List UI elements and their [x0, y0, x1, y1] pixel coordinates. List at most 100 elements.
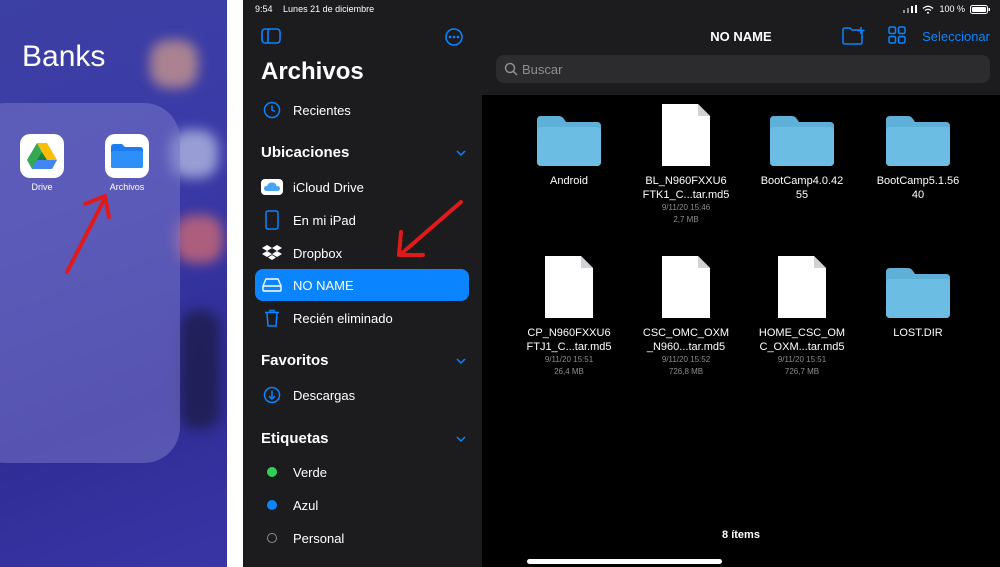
- icloud-icon: [261, 176, 283, 198]
- item-name-line: CSC_OMC_OXM: [642, 327, 730, 339]
- grid-item-file[interactable]: CSC_OMC_OXM _N960...tar.md5 9/11/20 15:52…: [626, 252, 746, 378]
- item-count: 8 ítems: [722, 529, 760, 541]
- search-field[interactable]: Buscar: [496, 55, 990, 83]
- item-name: Android: [550, 175, 588, 187]
- document-icon: [626, 100, 746, 166]
- sidebar-item-label: NO NAME: [293, 277, 354, 293]
- chevron-down-icon[interactable]: [456, 148, 466, 158]
- status-bar-left: 9:54 Lunes 21 de diciembre: [255, 4, 382, 14]
- item-date: 9/11/20 15:46: [661, 203, 711, 212]
- empty-tag-dot-icon: [267, 533, 277, 543]
- sidebar-toggle-icon[interactable]: [261, 28, 281, 49]
- item-name-line: HOME_CSC_OM: [758, 327, 846, 339]
- item-name-line: 55: [795, 189, 809, 201]
- item-name-line: CP_N960FXXU6: [527, 327, 611, 339]
- item-name: HOME_CSC_OM C_OXM...tar.md5: [742, 326, 862, 354]
- item-date: 9/11/20 15:52: [661, 355, 711, 364]
- battery-icon: [970, 4, 990, 14]
- grid-item-folder[interactable]: LOST.DIR: [858, 252, 978, 340]
- item-name-line: BL_N960FXXU6: [645, 175, 727, 187]
- files-sidebar: 9:54 Lunes 21 de diciembre Archivos Reci…: [243, 0, 482, 567]
- green-tag-dot-icon: [267, 467, 277, 477]
- status-time: 9:54: [255, 4, 273, 14]
- sidebar-item-label: Personal: [293, 530, 345, 546]
- app-archivos[interactable]: Archivos: [97, 134, 157, 192]
- sidebar-item-label: En mi iPad: [293, 212, 356, 228]
- sidebar-tag-azul[interactable]: Azul: [255, 489, 469, 521]
- grid-item-folder[interactable]: Android: [509, 100, 629, 188]
- drive-icon: [261, 274, 283, 296]
- document-icon: [626, 252, 746, 318]
- item-name: LOST.DIR: [893, 327, 943, 339]
- item-name: BootCamp5.1.56 40: [858, 174, 978, 202]
- grid-view-icon[interactable]: [888, 26, 906, 49]
- chevron-down-icon[interactable]: [456, 356, 466, 366]
- select-button[interactable]: Seleccionar: [922, 29, 990, 44]
- item-size: 726,8 MB: [668, 367, 704, 376]
- sidebar-item-label: Dropbox: [293, 245, 343, 261]
- search-placeholder: Buscar: [522, 61, 563, 77]
- folder-icon: [742, 100, 862, 166]
- section-header-ubicaciones: Ubicaciones: [261, 144, 350, 161]
- grid-item-folder[interactable]: BootCamp4.0.42 55: [742, 100, 862, 202]
- search-icon: [504, 62, 518, 76]
- item-size: 2,7 MB: [673, 215, 699, 224]
- file-browser: 100 % NO NAME Seleccionar Buscar Android…: [482, 0, 1000, 567]
- dropbox-icon: [261, 242, 283, 264]
- item-name-line: BootCamp4.0.42: [760, 175, 844, 187]
- files-folder-icon: [105, 134, 149, 178]
- item-name: BootCamp4.0.42 55: [742, 174, 862, 202]
- red-arrow-annotation: [65, 194, 111, 274]
- item-date: 9/11/20 15:51: [777, 355, 827, 364]
- grid-item-file[interactable]: CP_N960FXXU6 FTJ1_C...tar.md5 9/11/20 15:…: [509, 252, 629, 378]
- new-folder-icon[interactable]: [842, 26, 866, 51]
- sidebar-item-recien-eliminado[interactable]: Recién eliminado: [255, 302, 469, 334]
- item-size: 26,4 MB: [554, 367, 584, 376]
- sidebar-item-recientes[interactable]: Recientes: [255, 94, 469, 126]
- blurred-app-icon: [150, 40, 198, 88]
- blurred-app-icon: [180, 310, 220, 430]
- clock-icon: [261, 99, 283, 121]
- google-drive-icon: [20, 134, 64, 178]
- item-name-line: C_OXM...tar.md5: [759, 341, 845, 353]
- item-name-line: FTK1_C...tar.md5: [642, 189, 730, 201]
- grid-item-file[interactable]: HOME_CSC_OM C_OXM...tar.md5 9/11/20 15:51…: [742, 252, 862, 378]
- sidebar-tag-personal[interactable]: Personal: [255, 522, 469, 554]
- sidebar-item-descargas[interactable]: Descargas: [255, 379, 469, 411]
- wifi-icon: [923, 5, 934, 14]
- trash-icon: [261, 307, 283, 329]
- item-name-line: FTJ1_C...tar.md5: [526, 341, 612, 353]
- status-bar-right: 100 %: [903, 4, 990, 14]
- blue-tag-dot-icon: [267, 500, 277, 510]
- section-header-favoritos: Favoritos: [261, 352, 329, 369]
- app-drive[interactable]: Drive: [12, 134, 72, 192]
- sidebar-item-label: Recientes: [293, 102, 351, 118]
- sidebar-tag-verde[interactable]: Verde: [255, 456, 469, 488]
- item-name: CP_N960FXXU6 FTJ1_C...tar.md5: [509, 326, 629, 354]
- sidebar-item-label: Recién eliminado: [293, 310, 393, 326]
- item-name: BL_N960FXXU6 FTK1_C...tar.md5: [626, 174, 746, 202]
- sidebar-item-label: iCloud Drive: [293, 179, 364, 195]
- folder-icon: [858, 100, 978, 166]
- ipad-icon: [261, 209, 283, 231]
- home-screen-panel: Banks Drive Archivos: [0, 0, 227, 567]
- folder-title: Banks: [22, 40, 106, 73]
- grid-item-folder[interactable]: BootCamp5.1.56 40: [858, 100, 978, 202]
- home-indicator[interactable]: [527, 559, 722, 564]
- sidebar-item-label: Azul: [293, 497, 319, 513]
- sidebar-item-label: Verde: [293, 464, 327, 480]
- blurred-app-icon: [175, 215, 223, 263]
- grid-item-file[interactable]: BL_N960FXXU6 FTK1_C...tar.md5 9/11/20 15:…: [626, 100, 746, 226]
- sidebar-item-no-name[interactable]: NO NAME: [255, 269, 469, 301]
- chevron-down-icon[interactable]: [456, 434, 466, 444]
- item-name-line: _N960...tar.md5: [646, 341, 726, 353]
- sidebar-title: Archivos: [261, 58, 364, 85]
- item-name-line: 40: [911, 189, 925, 201]
- battery-percent: 100 %: [939, 4, 965, 14]
- more-options-icon[interactable]: [444, 28, 464, 51]
- status-date: Lunes 21 de diciembre: [283, 4, 375, 14]
- composite-screenshot: Banks Drive Archivos 9:54 Lunes 21 de di…: [0, 0, 1000, 567]
- section-header-etiquetas: Etiquetas: [261, 430, 329, 447]
- item-name-line: BootCamp5.1.56: [876, 175, 960, 187]
- cellular-signal-icon: [903, 5, 918, 13]
